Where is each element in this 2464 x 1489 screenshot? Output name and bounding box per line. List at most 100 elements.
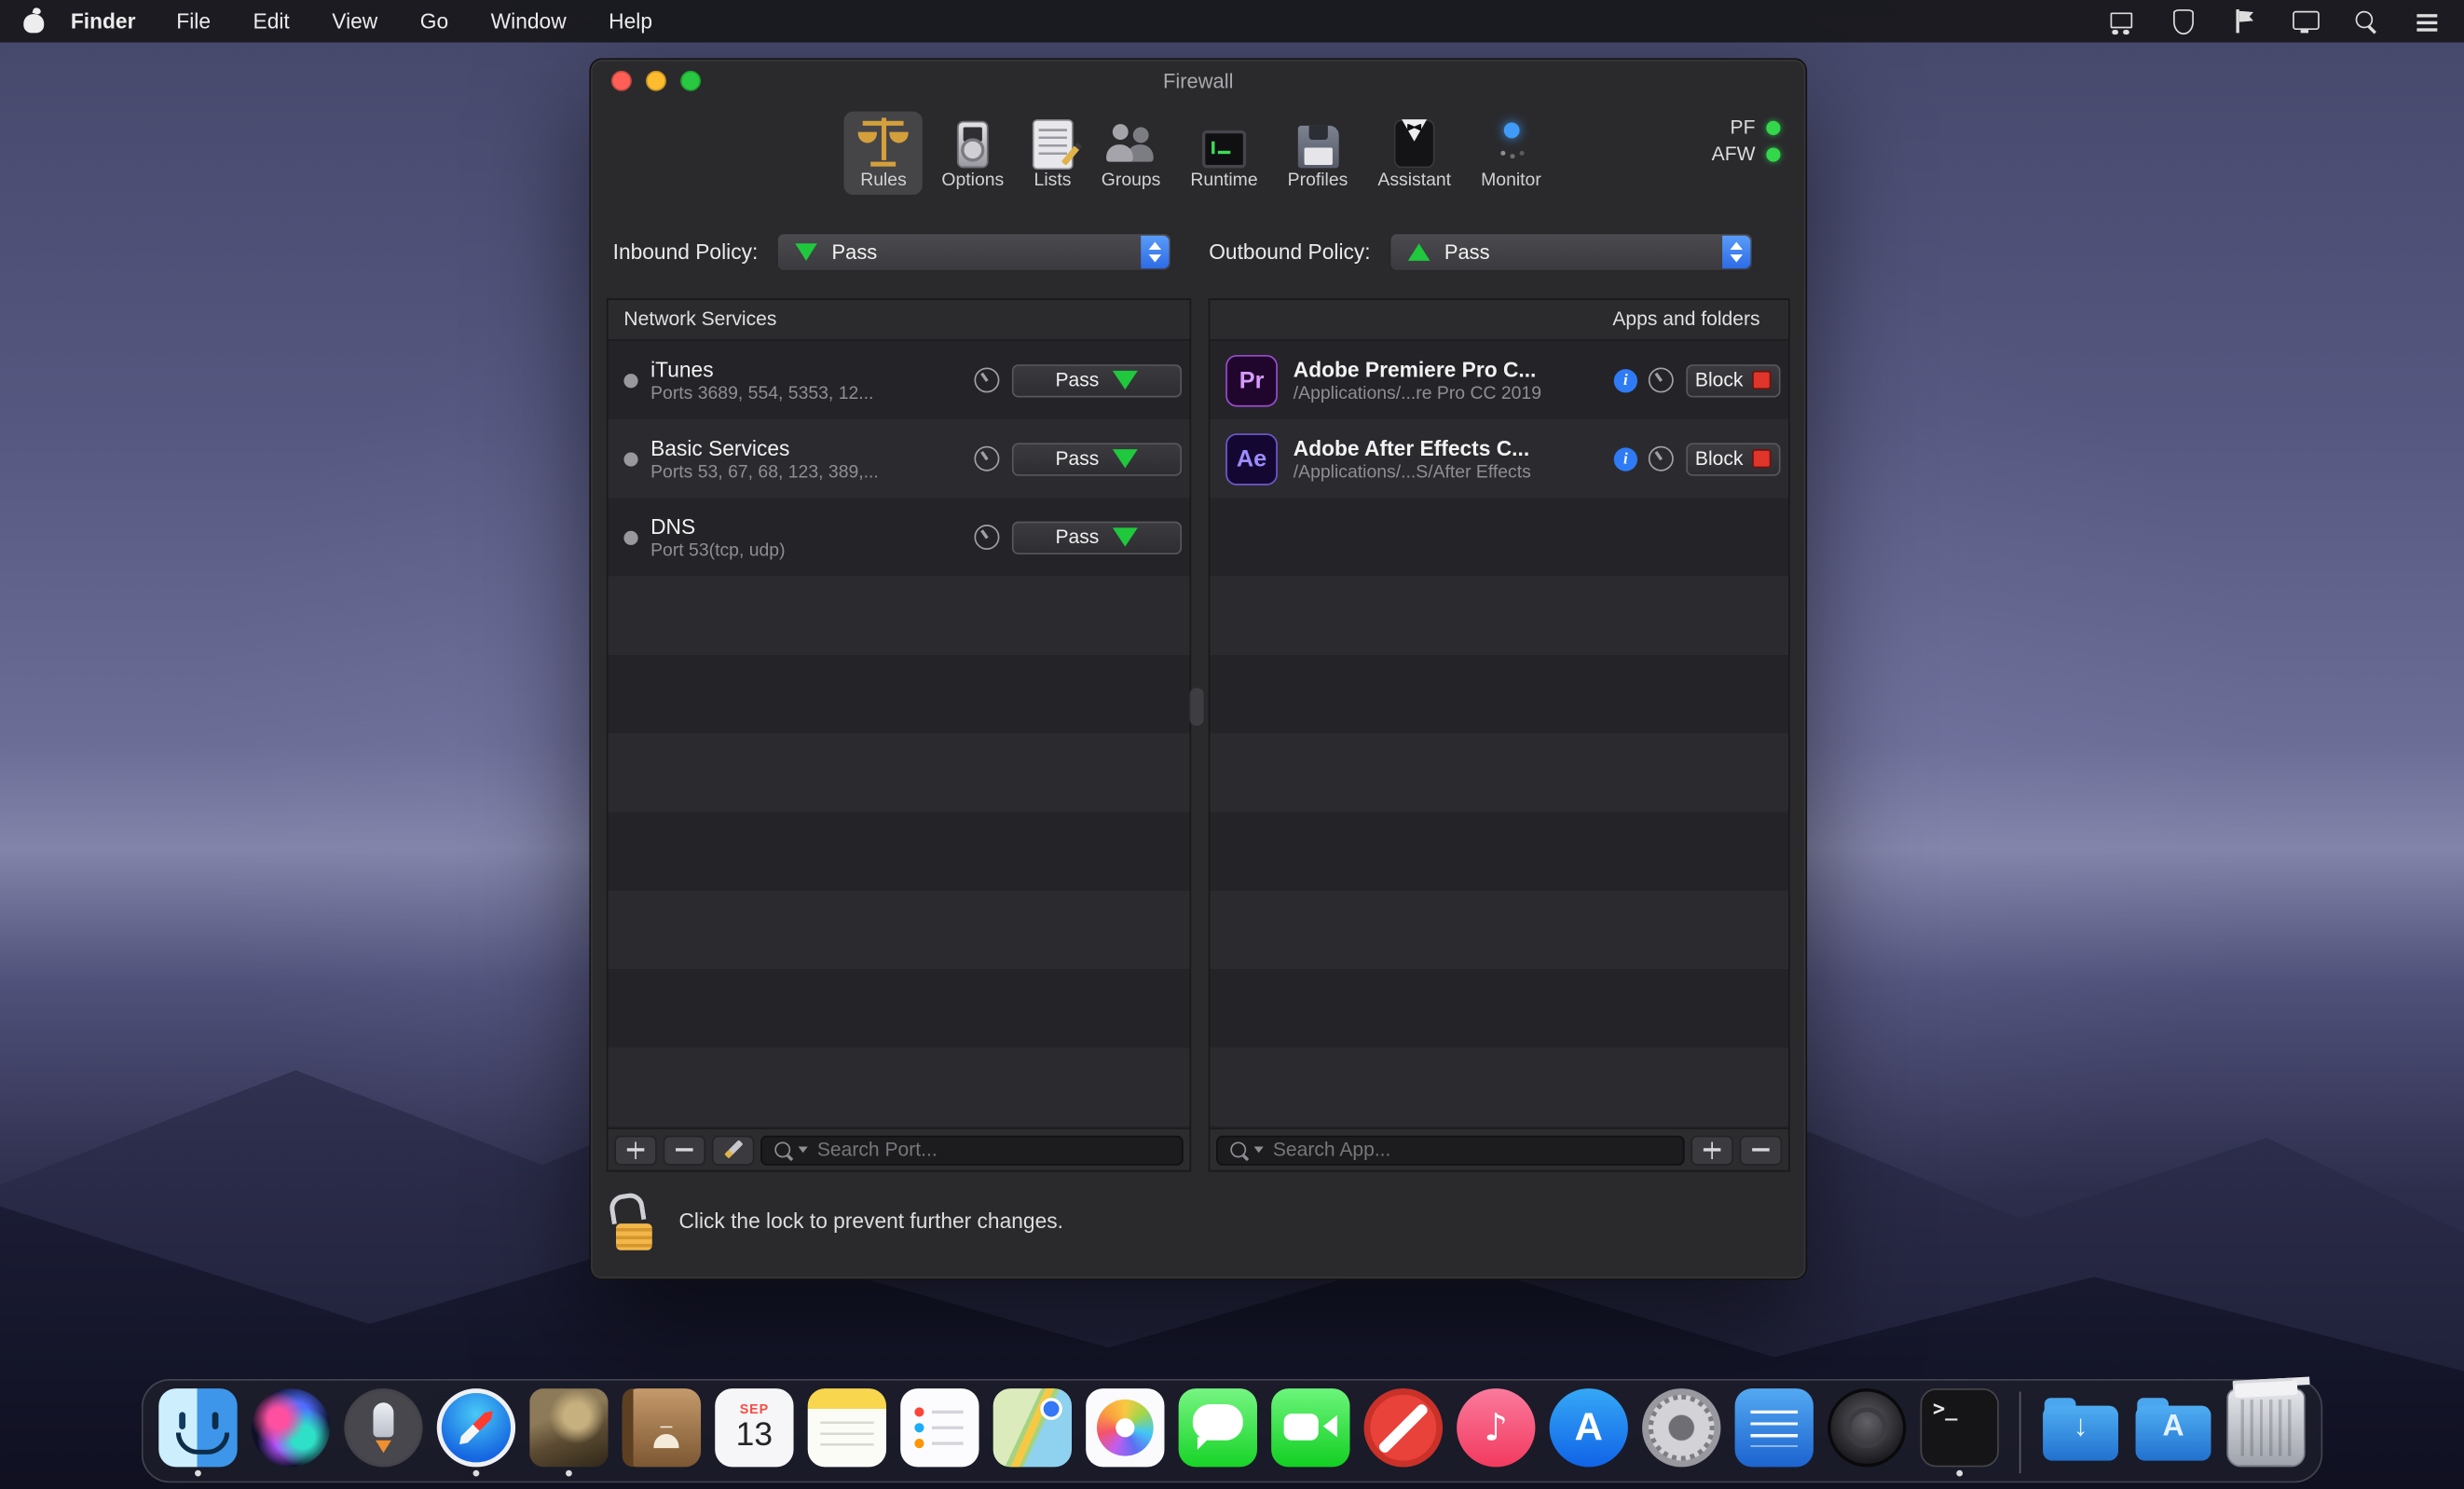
menu-item-window[interactable]: Window <box>491 9 567 33</box>
dock-item-messages[interactable] <box>1179 1388 1257 1476</box>
dock-item-blueapp[interactable] <box>1735 1388 1814 1476</box>
edit-service-button[interactable] <box>712 1135 755 1165</box>
shield-icon[interactable] <box>2169 7 2197 34</box>
search-menu-caret-icon[interactable] <box>1254 1147 1264 1154</box>
dock-item-trash[interactable] <box>2226 1388 2305 1476</box>
remove-service-button[interactable] <box>664 1135 706 1165</box>
service-search-box[interactable] <box>760 1135 1184 1165</box>
dock-item-prohibit[interactable] <box>1364 1388 1443 1476</box>
network-services-header: Network Services <box>609 300 1190 341</box>
outbound-policy-select[interactable]: Pass <box>1389 232 1754 271</box>
flag-icon[interactable] <box>2230 7 2258 34</box>
service-action-button[interactable]: Pass <box>1012 363 1182 396</box>
inbound-policy-select[interactable]: Pass <box>777 232 1173 271</box>
dock-item-siri[interactable] <box>252 1388 330 1476</box>
app-row-after-effects[interactable]: Ae Adobe After Effects C... /Application… <box>1210 419 1788 498</box>
dock-item-terminal[interactable] <box>1921 1388 1999 1476</box>
plus-icon <box>1704 1141 1721 1159</box>
dock-item-facetime[interactable] <box>1271 1388 1349 1476</box>
apps-folders-list[interactable]: Pr Adobe Premiere Pro C... /Applications… <box>1210 341 1788 1128</box>
dock-item-dial[interactable] <box>1827 1388 1906 1476</box>
toolbar-tab-monitor[interactable]: Monitor <box>1470 111 1552 194</box>
dock-item-launchpad[interactable] <box>344 1388 422 1476</box>
speedometer-icon[interactable] <box>1649 367 1674 392</box>
dock-item-maps[interactable] <box>993 1388 1072 1476</box>
toolbar-tab-groups[interactable]: Groups <box>1090 111 1171 194</box>
stepper-icon[interactable] <box>1722 235 1750 267</box>
dock-item-appstore[interactable] <box>1550 1388 1628 1476</box>
dock-item-safari[interactable] <box>437 1388 515 1476</box>
menu-item-view[interactable]: View <box>332 9 377 33</box>
dock-item-photo[interactable] <box>529 1388 608 1476</box>
search-app-input[interactable] <box>1273 1139 1672 1161</box>
speedometer-icon[interactable] <box>974 446 999 471</box>
panel-splitter-handle[interactable] <box>1189 688 1203 725</box>
pass-down-triangle-icon <box>1114 371 1139 389</box>
toolbar-tab-options[interactable]: Options <box>931 113 1015 195</box>
network-services-list[interactable]: iTunes Ports 3689, 554, 5353, 12... Pass… <box>609 341 1190 1128</box>
running-indicator-dot <box>1585 1470 1592 1477</box>
app-action-button[interactable]: Block <box>1686 443 1780 475</box>
pass-down-triangle-icon <box>796 242 818 260</box>
spotlight-search-icon[interactable] <box>2352 7 2380 34</box>
search-port-input[interactable] <box>817 1139 1170 1161</box>
dock-item-sysprefs[interactable] <box>1642 1388 1720 1476</box>
running-indicator-dot <box>937 1470 943 1477</box>
dock-item-calendar[interactable]: SEP13 <box>715 1388 793 1476</box>
photos-icon <box>1086 1388 1164 1467</box>
dock-item-itunes[interactable] <box>1457 1388 1535 1476</box>
service-row-dns[interactable]: DNS Port 53(tcp, udp) Pass <box>609 498 1190 576</box>
apple-menu-icon[interactable] <box>22 7 46 34</box>
toolbar-tab-rules[interactable]: Rules <box>844 111 923 194</box>
display-icon[interactable] <box>2292 7 2320 34</box>
dock-item-folder-downloads[interactable]: ↓ <box>2041 1388 2119 1476</box>
info-icon[interactable] <box>1614 368 1637 391</box>
speedometer-icon[interactable] <box>974 367 999 392</box>
minimize-button[interactable] <box>646 71 666 91</box>
speedometer-icon[interactable] <box>974 525 999 550</box>
dock-item-contacts[interactable] <box>623 1388 701 1476</box>
app-action-button[interactable]: Block <box>1686 363 1780 396</box>
add-service-button[interactable] <box>614 1135 657 1165</box>
toolbar-tab-lists[interactable]: Lists <box>1022 114 1082 194</box>
menu-item-help[interactable]: Help <box>609 9 652 33</box>
toolbar-tab-label: Monitor <box>1481 171 1541 189</box>
add-app-button[interactable] <box>1691 1135 1733 1165</box>
service-row-itunes[interactable]: iTunes Ports 3689, 554, 5353, 12... Pass <box>609 341 1190 419</box>
app-row-premiere[interactable]: Pr Adobe Premiere Pro C... /Applications… <box>1210 341 1788 419</box>
menu-app-name[interactable]: Finder <box>71 9 136 33</box>
unlocked-padlock-icon[interactable] <box>614 1192 655 1250</box>
dock-item-photos[interactable] <box>1086 1388 1164 1476</box>
dock-item-reminders[interactable] <box>900 1388 979 1476</box>
notification-center-icon[interactable] <box>2414 7 2442 34</box>
service-action-button[interactable]: Pass <box>1012 443 1182 475</box>
service-row-basic-services[interactable]: Basic Services Ports 53, 67, 68, 123, 38… <box>609 419 1190 498</box>
pf-status-dot <box>1766 120 1780 134</box>
dock-item-folder-applications[interactable]: A <box>2134 1388 2212 1476</box>
toolbar-tab-assistant[interactable]: Assistant <box>1367 113 1462 195</box>
truck-icon[interactable] <box>2107 7 2135 34</box>
dock-item-notes[interactable] <box>808 1388 886 1476</box>
app-search-box[interactable] <box>1216 1135 1684 1165</box>
titlebar[interactable]: Firewall <box>591 60 1805 101</box>
close-button[interactable] <box>611 71 632 91</box>
menu-item-edit[interactable]: Edit <box>253 9 290 33</box>
toolbar-tab-profiles[interactable]: Profiles <box>1277 116 1359 194</box>
app-name: Adobe Premiere Pro C... <box>1294 357 1541 380</box>
remove-app-button[interactable] <box>1740 1135 1783 1165</box>
sysprefs-icon <box>1642 1388 1720 1467</box>
menu-item-go[interactable]: Go <box>420 9 448 33</box>
stepper-icon[interactable] <box>1142 235 1170 267</box>
menu-item-file[interactable]: File <box>176 9 211 33</box>
policy-bar: Inbound Policy: Pass Outbound Policy: Pa… <box>591 204 1805 298</box>
search-menu-caret-icon[interactable] <box>799 1147 808 1154</box>
info-icon[interactable] <box>1614 447 1637 471</box>
outbound-policy-value: Pass <box>1444 239 1490 263</box>
dock-separator <box>2019 1391 2021 1473</box>
service-action-button[interactable]: Pass <box>1012 521 1182 553</box>
toolbar-tab-runtime[interactable]: Runtime <box>1180 118 1269 194</box>
running-indicator-dot <box>1122 1470 1129 1477</box>
zoom-button[interactable] <box>680 71 701 91</box>
dock-item-finder[interactable] <box>158 1388 237 1476</box>
speedometer-icon[interactable] <box>1649 446 1674 471</box>
